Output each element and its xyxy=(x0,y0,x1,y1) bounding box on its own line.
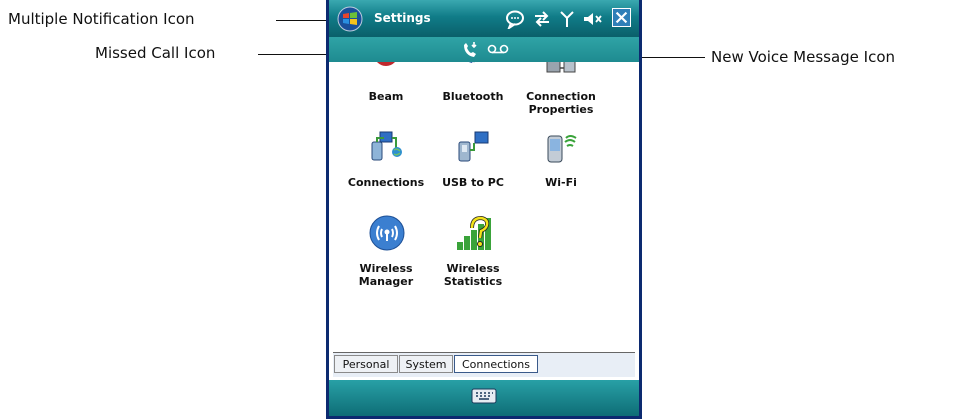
settings-item-label: Connection Properties xyxy=(526,90,596,116)
usb-to-pc-icon xyxy=(458,131,489,162)
settings-item-usb-to-pc[interactable]: USB to PC xyxy=(433,130,513,190)
sync-arrows-icon[interactable] xyxy=(533,9,551,29)
settings-item-bluetooth[interactable]: Bluetooth xyxy=(433,62,513,103)
device-screen: Settings Beam Bluetooth Connection Prope… xyxy=(326,0,642,419)
tab-personal[interactable]: Personal xyxy=(334,355,398,373)
wifi-icon xyxy=(547,135,577,163)
settings-item-label: Connections xyxy=(347,176,425,189)
settings-item-label: Wireless Manager xyxy=(358,262,414,288)
settings-item-label: Wireless Statistics xyxy=(443,262,503,288)
wireless-statistics-icon xyxy=(457,215,491,250)
windows-start-icon[interactable] xyxy=(337,6,363,32)
settings-item-label: Wi-Fi xyxy=(545,176,577,189)
signal-antenna-icon[interactable] xyxy=(560,9,574,29)
callout-multiple-notification: Multiple Notification Icon xyxy=(8,10,195,28)
settings-item-label: USB to PC xyxy=(442,176,504,189)
settings-item-wireless-statistics[interactable]: Wireless Statistics xyxy=(433,214,513,288)
settings-item-wireless-manager[interactable]: Wireless Manager xyxy=(346,214,426,288)
settings-item-connection-properties[interactable]: Connection Properties xyxy=(521,62,601,118)
connections-icon xyxy=(371,131,402,161)
settings-item-label: Bluetooth xyxy=(442,90,504,103)
bluetooth-icon xyxy=(468,62,478,65)
close-icon[interactable] xyxy=(612,8,631,27)
softkey-bar xyxy=(329,380,639,416)
tab-system[interactable]: System xyxy=(399,355,453,373)
notification-bubble-icon[interactable] xyxy=(505,9,525,29)
voicemail-icon[interactable] xyxy=(487,43,509,55)
title-bar: Settings xyxy=(329,0,639,37)
connection-properties-icon xyxy=(546,62,576,73)
settings-item-beam[interactable]: Beam xyxy=(346,62,426,103)
settings-item-connections[interactable]: Connections xyxy=(346,130,426,190)
missed-call-icon[interactable] xyxy=(461,40,479,59)
beam-icon xyxy=(377,62,395,66)
settings-item-wifi[interactable]: Wi-Fi xyxy=(521,130,601,190)
settings-content: Beam Bluetooth Connection Properties Con… xyxy=(329,62,639,352)
app-title: Settings xyxy=(374,11,431,25)
speaker-muted-icon[interactable] xyxy=(582,9,602,29)
tab-connections[interactable]: Connections xyxy=(454,355,538,373)
keyboard-icon[interactable] xyxy=(470,387,498,405)
settings-item-label: Beam xyxy=(368,90,404,103)
notification-bar xyxy=(329,37,639,62)
settings-tabs: Personal System Connections xyxy=(333,352,635,377)
wireless-manager-icon xyxy=(369,215,405,251)
callout-missed-call: Missed Call Icon xyxy=(95,44,216,62)
callout-new-voice-message: New Voice Message Icon xyxy=(711,48,896,66)
